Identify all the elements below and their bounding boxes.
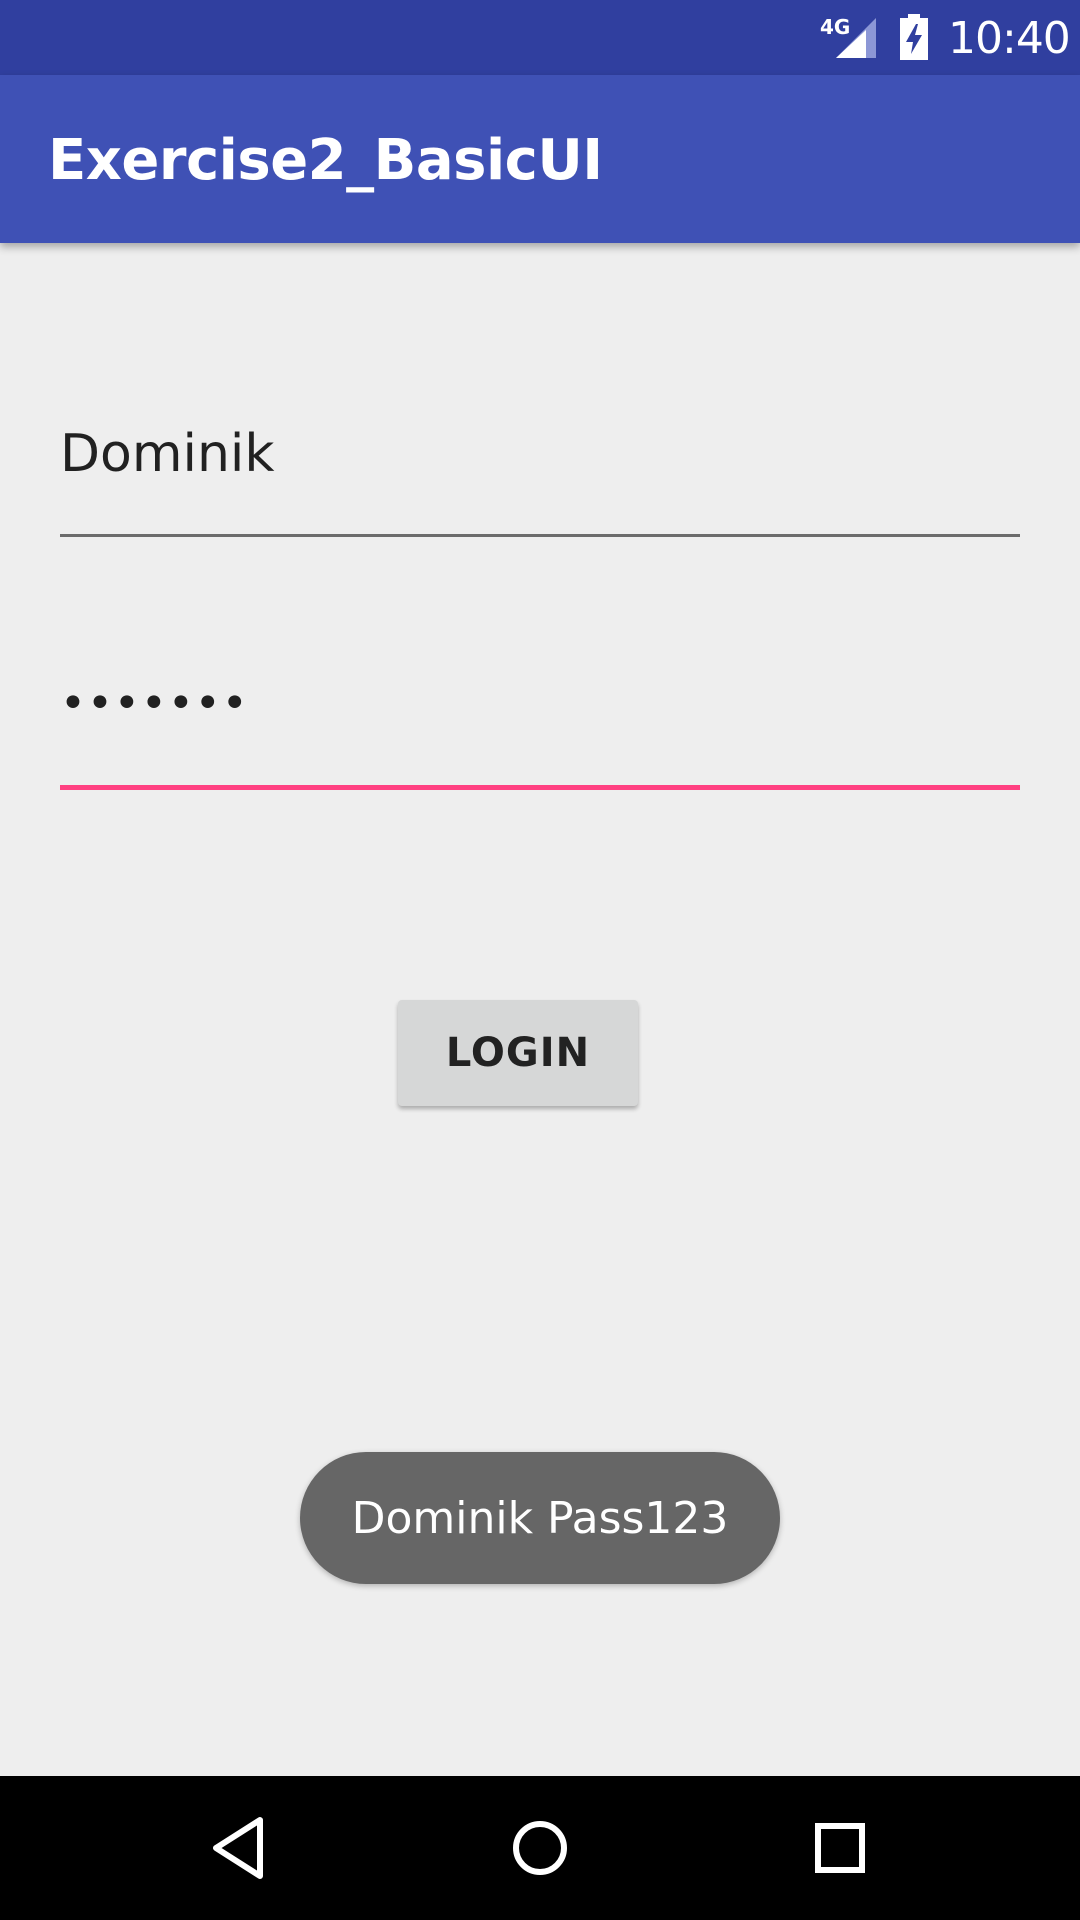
password-underline-focused	[60, 785, 1020, 790]
username-underline	[60, 534, 1020, 537]
navigation-bar	[0, 1776, 1080, 1920]
network-label: 4G	[820, 15, 850, 39]
password-value[interactable]: •••••••	[60, 672, 249, 736]
password-field[interactable]: •••••••	[60, 660, 1020, 790]
toast-message: Dominik Pass123	[300, 1452, 780, 1584]
app-title: Exercise2_BasicUI	[48, 128, 603, 193]
app-bar: Exercise2_BasicUI	[0, 75, 1080, 243]
home-icon[interactable]	[500, 1808, 580, 1888]
recents-icon[interactable]	[800, 1808, 880, 1888]
back-icon[interactable]	[200, 1808, 280, 1888]
username-field[interactable]: Dominik	[60, 410, 1020, 540]
login-button[interactable]: LOGIN	[398, 1000, 638, 1106]
status-bar: 4G 10:40	[0, 0, 1080, 75]
username-value[interactable]: Dominik	[60, 422, 274, 486]
status-time: 10:40	[948, 13, 1071, 64]
signal-icon: 4G	[820, 15, 876, 58]
battery-charging-icon	[900, 14, 928, 60]
